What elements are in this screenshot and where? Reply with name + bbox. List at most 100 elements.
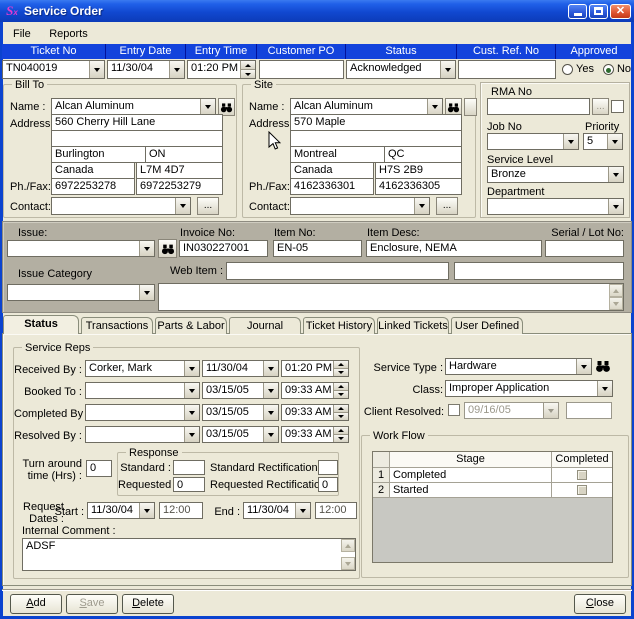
job-no-combo[interactable] <box>487 133 579 150</box>
booked-to-dropdown-icon[interactable] <box>184 383 199 398</box>
rma-no-input[interactable] <box>487 98 590 115</box>
delete-button[interactable]: Delete <box>122 594 174 614</box>
wf-completed-checkbox[interactable] <box>577 485 587 495</box>
received-time-spinner[interactable]: 01:20 PM <box>281 360 349 377</box>
booked-to-combo[interactable] <box>85 382 200 399</box>
booked-date-combo[interactable]: 03/15/05 <box>202 382 279 399</box>
minimize-button[interactable] <box>568 4 587 19</box>
serial-lot-input[interactable] <box>545 240 624 257</box>
class-combo[interactable]: Improper Application <box>445 380 613 397</box>
department-dropdown-icon[interactable] <box>608 199 623 214</box>
received-date-combo[interactable]: 11/30/04 <box>202 360 279 377</box>
internal-comment-scroll-down[interactable] <box>341 557 355 570</box>
completed-by-combo[interactable] <box>85 404 200 421</box>
job-no-dropdown-icon[interactable] <box>563 134 578 149</box>
site-phone-input[interactable]: 4162336301 <box>290 178 374 195</box>
rma-flag-box[interactable] <box>611 100 624 113</box>
received-date-dropdown-icon[interactable] <box>263 361 278 376</box>
resolved-time-spin-buttons[interactable] <box>333 427 348 442</box>
web-item2-input[interactable] <box>454 262 624 280</box>
site-contact-dropdown-icon[interactable] <box>414 198 429 214</box>
bill-to-province-input[interactable]: ON <box>145 146 223 163</box>
site-address1-input[interactable]: 570 Maple <box>290 114 462 131</box>
issue-desc-scroll-up[interactable] <box>609 284 623 297</box>
tab-linked-tickets[interactable]: Linked Tickets <box>377 317 449 334</box>
ticket-no-combo[interactable]: TN040019 <box>2 60 105 79</box>
site-postal-input[interactable]: H7S 2B9 <box>375 162 462 179</box>
response-requested-input[interactable]: 0 <box>173 477 205 492</box>
bill-to-contact-more-button[interactable]: ... <box>197 197 219 215</box>
site-city-input[interactable]: Montreal <box>290 146 385 163</box>
booked-date-dropdown-icon[interactable] <box>263 383 278 398</box>
site-contact-combo[interactable] <box>290 197 430 215</box>
resolved-date-combo[interactable]: 03/15/05 <box>202 426 279 443</box>
resolved-by-dropdown-icon[interactable] <box>184 427 199 442</box>
service-type-combo[interactable]: Hardware <box>445 358 592 375</box>
site-fax-input[interactable]: 4162336305 <box>375 178 462 195</box>
booked-time-spinner[interactable]: 09:33 AM <box>281 382 349 399</box>
resolved-by-combo[interactable] <box>85 426 200 443</box>
tab-status[interactable]: Status <box>3 315 79 334</box>
end-date-combo[interactable]: 11/30/04 <box>243 502 311 519</box>
tab-journal[interactable]: Journal <box>229 317 301 334</box>
resolved-time-spinner[interactable]: 09:33 AM <box>281 426 349 443</box>
completed-date-combo[interactable]: 03/15/05 <box>202 404 279 421</box>
work-flow-row[interactable]: 2 Started <box>373 483 612 498</box>
entry-date-dropdown-icon[interactable] <box>169 61 184 78</box>
issue-category-dropdown-icon[interactable] <box>139 285 154 300</box>
status-dropdown-icon[interactable] <box>440 61 455 78</box>
add-button[interactable]: Add <box>10 594 62 614</box>
menu-file[interactable]: File <box>6 25 38 43</box>
tab-parts-labor[interactable]: Parts & Labor <box>155 317 227 334</box>
entry-date-combo[interactable]: 11/30/04 <box>107 60 185 79</box>
bill-to-contact-dropdown-icon[interactable] <box>175 198 190 214</box>
site-country-input[interactable]: Canada <box>290 162 374 179</box>
turnaround-input[interactable]: 0 <box>86 460 112 477</box>
issue-desc-scroll-down[interactable] <box>609 297 623 310</box>
entry-time-spinner[interactable]: 01:20 PM <box>187 60 256 79</box>
priority-combo[interactable]: 5 <box>583 133 623 150</box>
bill-to-city-input[interactable]: Burlington <box>51 146 146 163</box>
service-type-search-button[interactable] <box>595 358 611 374</box>
work-flow-row[interactable]: 1 Completed <box>373 468 612 483</box>
ticket-no-dropdown-icon[interactable] <box>89 61 104 78</box>
priority-dropdown-icon[interactable] <box>607 134 622 149</box>
bill-to-contact-combo[interactable] <box>51 197 191 215</box>
close-footer-button[interactable]: Close <box>574 594 626 614</box>
save-button[interactable]: Save <box>66 594 118 614</box>
tab-user-defined[interactable]: User Defined <box>451 317 523 334</box>
service-level-combo[interactable]: Bronze <box>487 166 624 183</box>
tab-transactions[interactable]: Transactions <box>81 317 153 334</box>
issue-combo[interactable] <box>7 240 155 257</box>
resolved-date-dropdown-icon[interactable] <box>263 427 278 442</box>
close-button[interactable]: ✕ <box>610 4 631 19</box>
site-address2-input[interactable] <box>290 130 462 147</box>
issue-dropdown-icon[interactable] <box>139 241 154 256</box>
invoice-no-input[interactable]: IN030227001 <box>179 240 268 257</box>
site-contact-more-button[interactable]: ... <box>436 197 458 215</box>
menu-reports[interactable]: Reports <box>42 25 95 43</box>
department-combo[interactable] <box>487 198 624 215</box>
item-desc-input[interactable]: Enclosure, NEMA <box>366 240 542 257</box>
completed-by-dropdown-icon[interactable] <box>184 405 199 420</box>
tab-ticket-history[interactable]: Ticket History <box>303 317 375 334</box>
site-province-input[interactable]: QC <box>384 146 462 163</box>
issue-category-combo[interactable] <box>7 284 155 301</box>
start-date-dropdown-icon[interactable] <box>139 503 154 518</box>
item-no-input[interactable]: EN-05 <box>273 240 362 257</box>
issue-description-textarea[interactable] <box>158 283 624 311</box>
internal-comment-scroll-up[interactable] <box>341 539 355 552</box>
approved-yes-radio[interactable] <box>562 64 573 75</box>
maximize-button[interactable] <box>589 4 608 19</box>
bill-to-phone-input[interactable]: 6972253278 <box>51 178 135 195</box>
bill-to-name-dropdown-icon[interactable] <box>200 99 215 115</box>
wf-completed-checkbox[interactable] <box>577 470 587 480</box>
bill-to-postal-input[interactable]: L7M 4D7 <box>136 162 223 179</box>
approved-no-radio[interactable] <box>603 64 614 75</box>
bill-to-address1-input[interactable]: 560 Cherry Hill Lane <box>51 114 223 131</box>
service-type-dropdown-icon[interactable] <box>576 359 591 374</box>
client-resolved-checkbox[interactable] <box>448 404 460 416</box>
customer-po-input[interactable] <box>259 60 344 79</box>
entry-time-spin-buttons[interactable] <box>240 61 255 78</box>
internal-comment-textarea[interactable]: ADSF <box>22 538 356 571</box>
